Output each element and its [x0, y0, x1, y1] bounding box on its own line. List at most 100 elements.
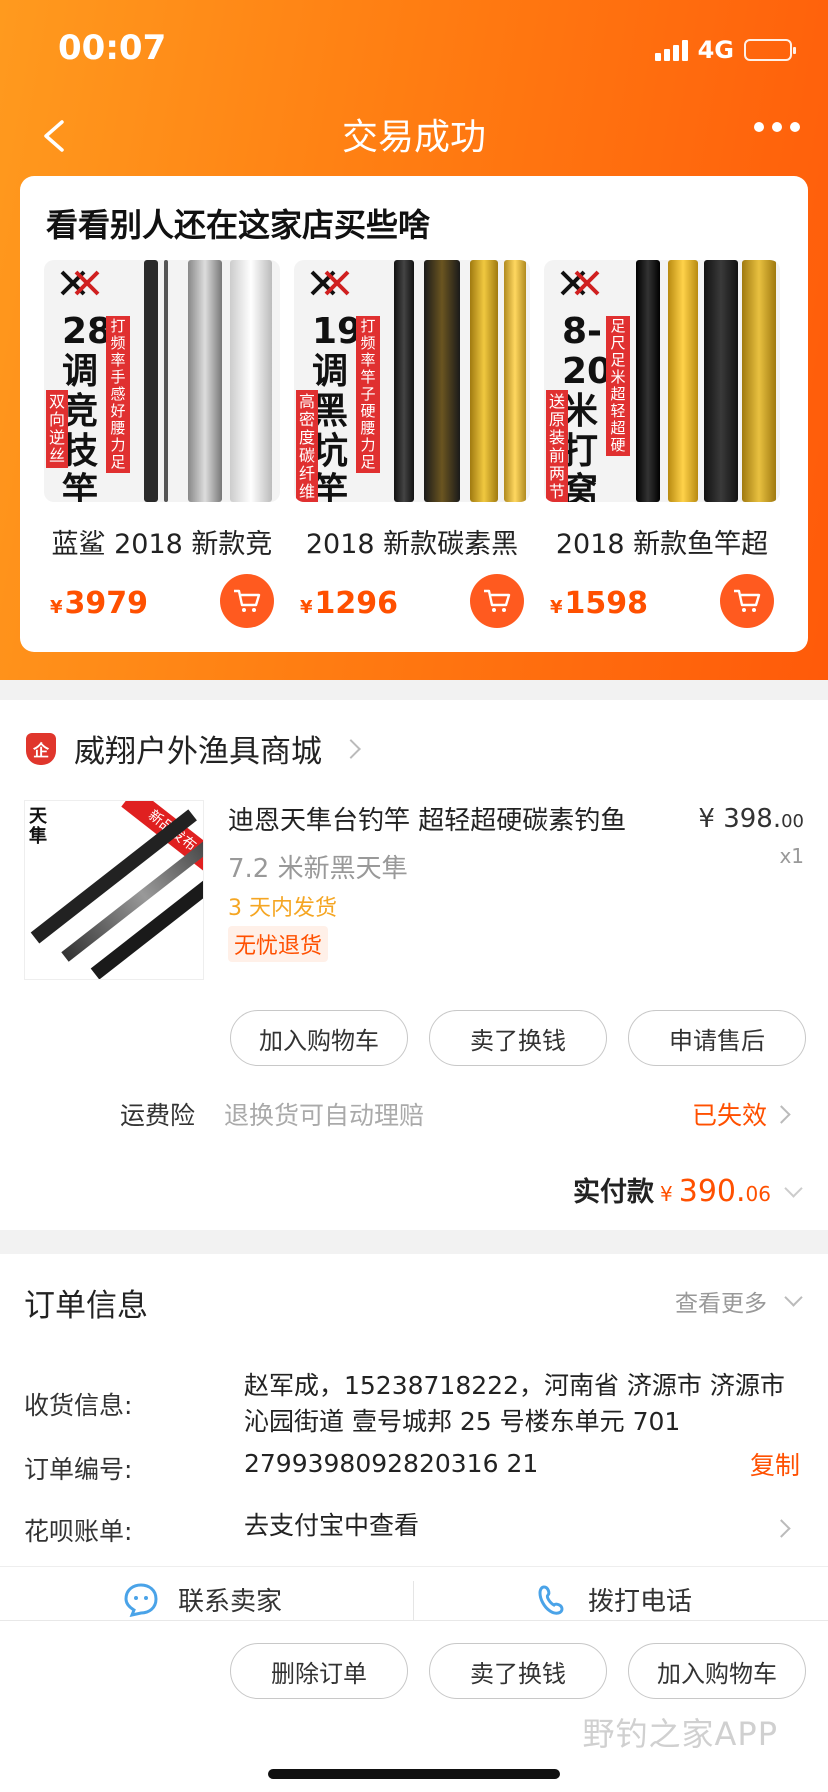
nav-bar: 交易成功 [0, 100, 828, 180]
poster-bar-text: 送原装前两节 [546, 390, 568, 502]
rod-graphic [668, 260, 698, 502]
shipping-insurance-status[interactable]: 已失效 [692, 1096, 791, 1132]
shop-order-card: 企 威翔户外渔具商城 天隼 新品发布 迪恩天隼台钓竿 超轻超硬碳素钓鱼 7.2 … [0, 700, 828, 1230]
recommend-title: 看看别人还在这家店买些啥 [46, 206, 431, 244]
shipping-note: 3 天内发货 [228, 896, 337, 921]
status-indicators: 4G [654, 36, 796, 64]
rod-graphic [470, 260, 498, 502]
chat-icon [124, 1582, 158, 1617]
poster-main-text: 8-20米打窝竿 [562, 311, 613, 503]
order-info-title: 订单信息 [24, 1288, 148, 1324]
product-quantity: x1 [779, 844, 804, 868]
add-to-cart-button[interactable] [220, 574, 274, 628]
shop-name: 威翔户外渔具商城 [74, 734, 322, 770]
recommend-item-price: ¥3979 [50, 586, 149, 621]
contact-bar: 联系卖家 拨打电话 [0, 1566, 828, 1626]
paid-label: 实付款 [573, 1177, 655, 1208]
poster-bar-text: 双向逆丝 [46, 390, 68, 468]
chevron-right-icon [341, 738, 361, 759]
poster-main-text: 28调竞技竿 [62, 311, 113, 503]
page-title: 交易成功 [341, 117, 486, 158]
add-to-cart-button[interactable] [470, 574, 524, 628]
contact-seller-button[interactable]: 联系卖家 [122, 1581, 282, 1618]
poster-side-text: 打频率 手感好 腰力足 [106, 316, 130, 473]
delete-order-button[interactable]: 删除订单 [230, 1643, 408, 1699]
add-to-cart-button[interactable]: 加入购物车 [230, 1010, 408, 1066]
product-image: 19调黑坑竿 打频率 竿子硬 腰力足 高密度碳纤维 [294, 260, 530, 502]
shop-header[interactable]: 企 威翔户外渔具商城 [26, 726, 361, 771]
recommend-item[interactable]: 28调竞技竿 打频率 手感好 腰力足 双向逆丝 蓝鲨 2018 新款竞 ¥397… [44, 260, 280, 628]
shipping-insurance-desc: 退换货可自动理赔 [224, 1101, 425, 1130]
status-time: 00:07 [58, 28, 167, 68]
huabei-bill-value[interactable]: 去支付宝中查看 [244, 1508, 804, 1544]
battery-icon [744, 39, 796, 61]
chevron-down-icon [784, 1287, 803, 1307]
network-type: 4G [697, 36, 734, 64]
paid-amount: 390.06 [678, 1174, 771, 1209]
poster-side-text: 打频率 竿子硬 腰力足 [356, 316, 380, 473]
more-icon[interactable] [754, 122, 800, 132]
sell-for-cash-button[interactable]: 卖了换钱 [429, 1010, 607, 1066]
shipping-info-label: 收货信息: [24, 1391, 133, 1420]
copy-button[interactable]: 复制 [750, 1446, 800, 1482]
recommend-item-name: 蓝鲨 2018 新款竞 [51, 529, 273, 560]
product-image: 28调竞技竿 打频率 手感好 腰力足 双向逆丝 [44, 260, 280, 502]
poster-main-text: 19调黑坑竿 [312, 311, 363, 503]
brand-logo-icon [60, 270, 100, 296]
enterprise-badge-icon: 企 [26, 732, 56, 765]
add-to-cart-button[interactable]: 加入购物车 [628, 1643, 806, 1699]
paid-amount-row[interactable]: 实付款 ¥ 390.06 [573, 1170, 803, 1209]
product-price: ¥ 398.00 [698, 804, 804, 834]
rod-graphic [636, 260, 660, 502]
rod-graphic [504, 260, 526, 502]
apply-after-sales-button[interactable]: 申请售后 [628, 1010, 806, 1066]
recommend-item[interactable]: 19调黑坑竿 打频率 竿子硬 腰力足 高密度碳纤维 2018 新款碳素黑 ¥12… [294, 260, 530, 628]
recommend-item-price: ¥1598 [550, 586, 649, 621]
rod-graphic [188, 260, 222, 502]
product-image: 8-20米打窝竿 足尺足米 超轻超硬 送原装前两节 [544, 260, 780, 502]
recommend-item-name: 2018 新款鱼竿超 [555, 529, 769, 560]
recommend-item-price: ¥1296 [300, 586, 399, 621]
rod-graphic [424, 260, 460, 502]
product-thumb-label: 天隼 [29, 806, 47, 847]
paid-currency: ¥ [660, 1182, 673, 1206]
chevron-right-icon [772, 1104, 791, 1124]
recommend-item[interactable]: 8-20米打窝竿 足尺足米 超轻超硬 送原装前两节 2018 新款鱼竿超 ¥15… [544, 260, 780, 628]
header-background: 00:07 4G 交易成功 看看别人还在这家店买些啥 28调竞技竿 打频率 手感… [0, 0, 828, 680]
shipping-insurance-label: 运费险 [120, 1101, 196, 1130]
rod-graphic [704, 260, 738, 502]
recommend-item-name: 2018 新款碳素黑 [305, 529, 519, 560]
order-number-value: 2799398092820316 21 [244, 1449, 539, 1478]
rod-graphic [230, 260, 272, 502]
watermark: 野钓之家APP [582, 1715, 778, 1753]
product-title[interactable]: 迪恩天隼台钓竿 超轻超硬碳素钓鱼 [228, 800, 678, 837]
product-sku: 7.2 米新黑天隼 [228, 854, 408, 884]
cart-icon [234, 589, 261, 612]
sell-for-cash-button[interactable]: 卖了换钱 [429, 1643, 607, 1699]
call-phone-button[interactable]: 拨打电话 [536, 1581, 692, 1618]
view-more-button[interactable]: 查看更多 [675, 1284, 803, 1318]
phone-icon [538, 1584, 564, 1615]
rod-graphic [742, 260, 776, 502]
poster-side-text: 足尺足米 超轻超硬 [606, 316, 630, 456]
signal-icon [654, 39, 688, 61]
rod-graphic [164, 260, 168, 502]
product-thumbnail[interactable]: 天隼 新品发布 [24, 800, 204, 980]
shipping-info-value: 赵军成，15238718222，河南省 济源市 济源市 沁园街道 壹号城邦 25… [244, 1371, 785, 1436]
chevron-down-icon [784, 1179, 803, 1198]
add-to-cart-button[interactable] [720, 574, 774, 628]
brand-logo-icon [310, 270, 350, 296]
order-number-label: 订单编号: [24, 1455, 133, 1484]
cart-icon [734, 589, 761, 612]
worry-free-return-tag: 无忧退货 [228, 926, 329, 962]
cart-icon [484, 589, 511, 612]
home-indicator[interactable] [268, 1769, 560, 1779]
recommend-card: 看看别人还在这家店买些啥 28调竞技竿 打频率 手感好 腰力足 双向逆丝 蓝鲨 … [20, 176, 808, 652]
bottom-action-bar: 删除订单 卖了换钱 加入购物车 野钓之家APP [0, 1620, 828, 1792]
status-bar: 00:07 4G [0, 0, 828, 100]
huabei-bill-label: 花呗账单: [24, 1517, 133, 1546]
poster-bar-text: 高密度碳纤维 [296, 390, 318, 502]
brand-logo-icon [560, 270, 600, 296]
rod-graphic [394, 260, 414, 502]
rod-graphic [144, 260, 158, 502]
